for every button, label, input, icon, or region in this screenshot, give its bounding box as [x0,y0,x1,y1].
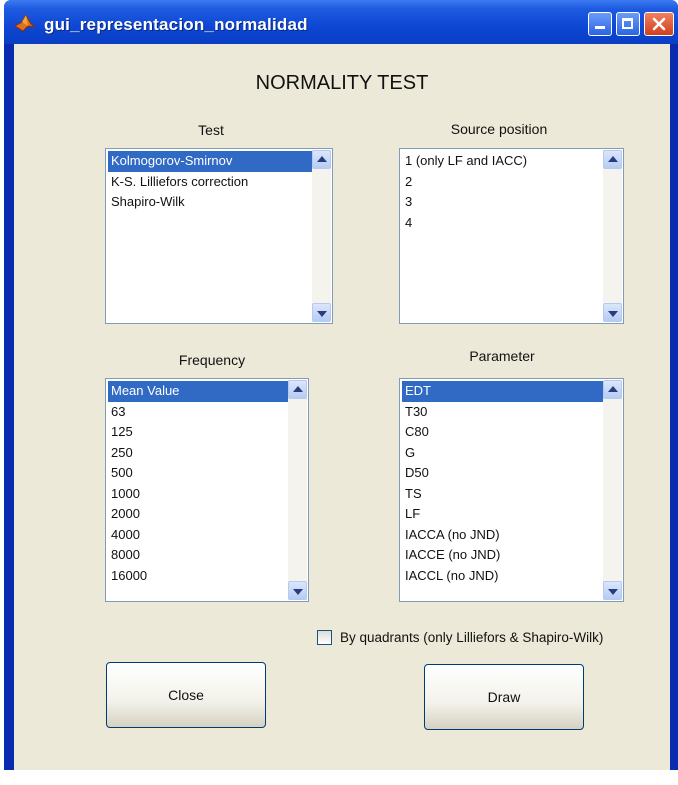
parameter-listbox[interactable]: EDT T30 C80 G D50 TS LF IACCA (no JND) IACCE (no… [399,378,624,602]
list-item[interactable]: 125 [108,422,288,443]
window-title: gui_representacion_normalidad [44,15,308,34]
scroll-down-button[interactable] [603,581,622,600]
scroll-up-button[interactable] [288,380,307,399]
matlab-icon [14,14,36,32]
list-item[interactable]: Mean Value [108,381,288,402]
list-item[interactable]: 2 [402,172,603,193]
list-item[interactable]: 1 (only LF and IACC) [402,151,603,172]
draw-button[interactable]: Draw [424,664,584,730]
scroll-up-button[interactable] [603,150,622,169]
frequency-scrollbar[interactable] [288,380,307,600]
parameter-list-items: EDT T30 C80 G D50 TS LF IACCA (no JND) IACCE (no… [402,381,603,586]
test-label: Test [198,122,224,138]
chevron-down-icon [293,589,303,595]
test-scrollbar[interactable] [312,150,331,322]
frequency-list-items: Mean Value 63 125 250 500 1000 2000 4000 8000 160… [108,381,288,586]
close-button[interactable]: Close [106,662,266,728]
source-position-scrollbar[interactable] [603,150,622,322]
list-item[interactable]: 1000 [108,484,288,505]
source-position-label: Source position [450,121,548,137]
list-item[interactable]: K-S. Lilliefors correction [108,172,312,193]
list-item[interactable]: 500 [108,463,288,484]
list-item[interactable]: 250 [108,443,288,464]
chevron-up-icon [317,156,327,162]
chevron-up-icon [608,386,618,392]
source-position-listbox[interactable]: 1 (only LF and IACC) 2 3 4 [399,148,624,324]
chevron-down-icon [608,311,618,317]
chevron-up-icon [293,386,303,392]
minimize-button[interactable] [588,12,612,36]
list-item[interactable]: IACCL (no JND) [402,566,603,587]
close-icon [652,17,666,31]
scroll-up-button[interactable] [603,380,622,399]
list-item[interactable]: Kolmogorov-Smirnov [108,151,312,172]
list-item[interactable]: G [402,443,603,464]
list-item[interactable]: IACCA (no JND) [402,525,603,546]
parameter-scrollbar[interactable] [603,380,622,600]
chevron-down-icon [608,589,618,595]
list-item[interactable]: TS [402,484,603,505]
scroll-up-button[interactable] [312,150,331,169]
maximize-icon [622,18,633,29]
list-item[interactable]: IACCE (no JND) [402,545,603,566]
list-item[interactable]: Shapiro-Wilk [108,192,312,213]
list-item[interactable]: 4 [402,213,603,234]
scroll-down-button[interactable] [603,303,622,322]
page-title: NORMALITY TEST [255,72,429,94]
list-item[interactable]: 8000 [108,545,288,566]
close-window-button[interactable] [644,12,674,36]
chevron-up-icon [608,156,618,162]
list-item[interactable]: C80 [402,422,603,443]
scroll-down-button[interactable] [312,303,331,322]
app-window: gui_representacion_normalidad NORMALITY … [4,0,678,770]
quadrants-checkbox-label[interactable]: By quadrants (only Lilliefors & Shapiro-… [340,630,603,645]
minimize-icon [595,26,605,29]
list-item[interactable]: LF [402,504,603,525]
list-item[interactable]: T30 [402,402,603,423]
list-item[interactable]: EDT [402,381,603,402]
list-item[interactable]: 3 [402,192,603,213]
frequency-label: Frequency [178,352,246,368]
maximize-button[interactable] [616,12,640,36]
scroll-down-button[interactable] [288,581,307,600]
test-listbox[interactable]: Kolmogorov-Smirnov K-S. Lilliefors correc… [105,148,333,324]
list-item[interactable]: D50 [402,463,603,484]
quadrants-checkbox[interactable] [317,630,332,645]
list-item[interactable]: 63 [108,402,288,423]
chevron-down-icon [317,311,327,317]
frequency-listbox[interactable]: Mean Value 63 125 250 500 1000 2000 4000 8000 160… [105,378,309,602]
list-item[interactable]: 2000 [108,504,288,525]
test-list-items: Kolmogorov-Smirnov K-S. Lilliefors correc… [108,151,312,213]
list-item[interactable]: 16000 [108,566,288,587]
parameter-label: Parameter [469,348,535,364]
window-client-area: NORMALITY TEST Test Source position Freq… [14,44,670,770]
title-bar[interactable]: gui_representacion_normalidad [4,0,678,44]
list-item[interactable]: 4000 [108,525,288,546]
source-position-list-items: 1 (only LF and IACC) 2 3 4 [402,151,603,233]
